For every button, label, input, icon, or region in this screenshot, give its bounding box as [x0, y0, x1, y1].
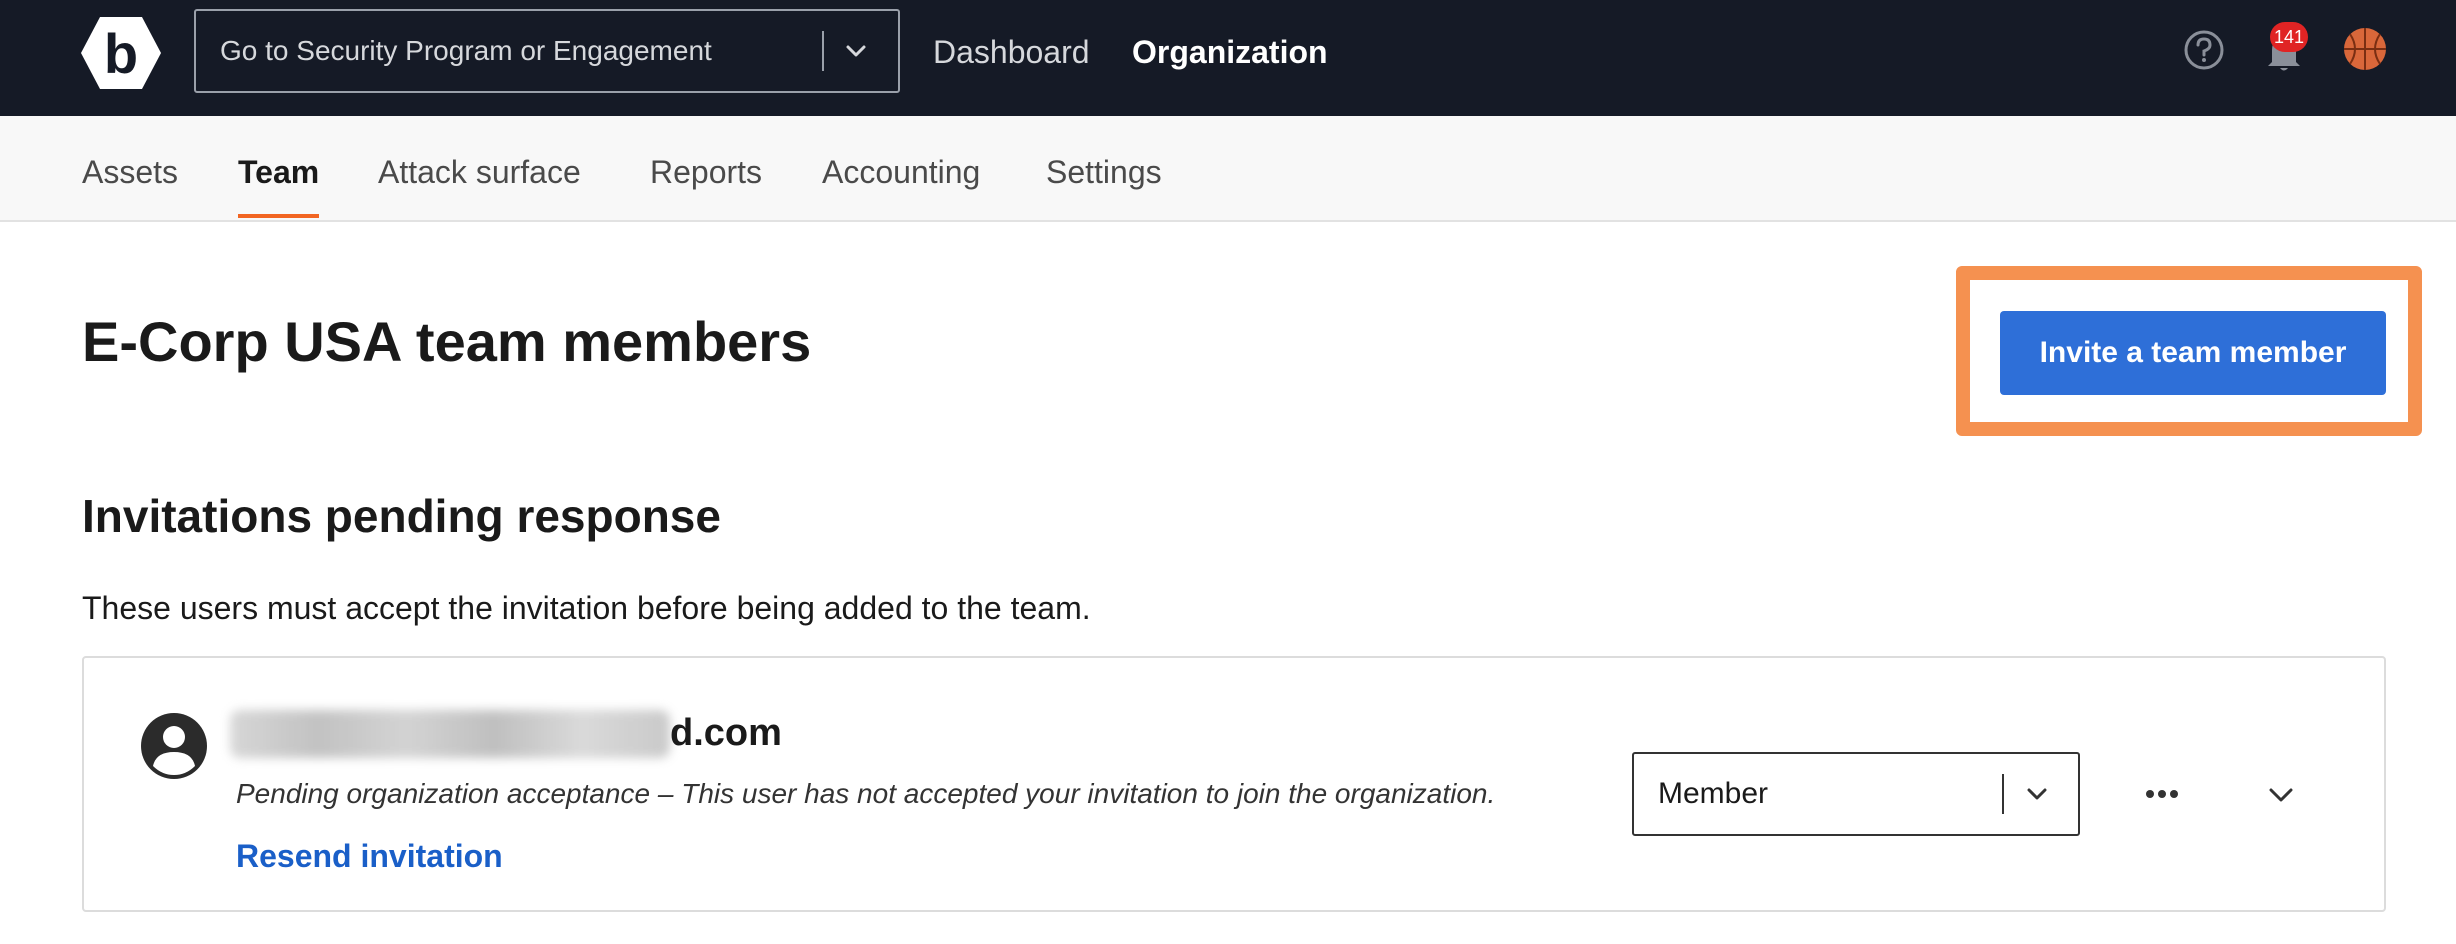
active-tab-indicator — [238, 214, 320, 218]
organization-tabs: Assets Team Attack surface Reports Accou… — [0, 116, 2456, 222]
tab-settings[interactable]: Settings — [1046, 116, 1162, 220]
user-circle-icon — [141, 713, 207, 779]
program-engagement-select[interactable]: Go to Security Program or Engagement — [194, 9, 900, 93]
invitee-email: d.com — [670, 712, 782, 754]
select-separator — [2002, 774, 2004, 814]
tab-team-label: Team — [238, 154, 320, 190]
tab-team[interactable]: Team — [238, 116, 320, 220]
more-options-icon[interactable] — [2138, 774, 2186, 814]
tab-attack-surface[interactable]: Attack surface — [378, 116, 581, 220]
tab-assets[interactable]: Assets — [82, 116, 178, 220]
chevron-down-icon[interactable] — [842, 37, 870, 65]
hexagon-logo-icon: b — [81, 17, 161, 89]
pending-invitations-description: These users must accept the invitation b… — [82, 590, 1091, 626]
tab-accounting[interactable]: Accounting — [822, 116, 980, 220]
nav-link-organization[interactable]: Organization — [1132, 0, 1328, 104]
chevron-down-icon[interactable] — [2024, 781, 2050, 807]
select-separator — [822, 31, 824, 71]
notifications-count-badge: 141 — [2270, 22, 2309, 52]
logo-letter: b — [104, 22, 138, 85]
tab-reports[interactable]: Reports — [650, 116, 762, 220]
resend-invitation-link[interactable]: Resend invitation — [236, 834, 503, 878]
role-select-value: Member — [1658, 777, 1769, 810]
redacted-email-prefix — [230, 710, 670, 758]
top-navigation-bar: b Go to Security Program or Engagement D… — [0, 0, 2456, 116]
expand-chevron-icon[interactable] — [2264, 780, 2298, 810]
invitation-status-text: Pending organization acceptance – This u… — [236, 778, 1496, 809]
pending-invitations-heading: Invitations pending response — [82, 490, 721, 542]
nav-link-dashboard[interactable]: Dashboard — [933, 0, 1090, 104]
invite-team-member-button[interactable]: Invite a team member — [2000, 311, 2386, 395]
question-circle-icon[interactable] — [2182, 28, 2226, 72]
brand-logo[interactable]: b — [80, 15, 162, 91]
role-select[interactable]: Member — [1632, 752, 2080, 836]
pending-invitation-card: d.com Pending organization acceptance – … — [82, 656, 2386, 912]
program-select-placeholder: Go to Security Program or Engagement — [220, 35, 712, 66]
basketball-avatar-icon[interactable] — [2342, 26, 2388, 72]
page-title: E-Corp USA team members — [82, 310, 812, 373]
